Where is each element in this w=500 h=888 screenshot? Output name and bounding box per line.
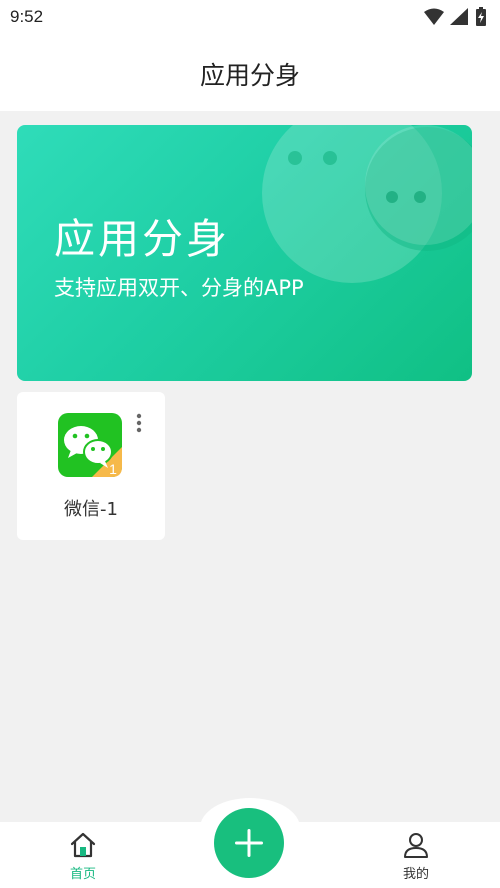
battery-icon [476,7,486,26]
clone-badge: 1 [109,461,117,477]
banner-subtitle: 支持应用双开、分身的APP [54,276,304,300]
more-options-icon[interactable] [131,412,147,438]
nav-item-home[interactable]: 首页 [43,822,123,884]
app-card-wechat-1[interactable]: 1 微信-1 [17,392,165,540]
status-time: 9:52 [10,7,44,26]
add-app-button[interactable] [214,808,284,878]
plus-icon [235,829,263,857]
status-icons [422,6,492,28]
person-icon [404,833,428,858]
home-icon [70,832,96,858]
app-header: 应用分身 [0,34,500,111]
wifi-icon [424,8,444,25]
banner-title: 应用分身 [54,215,230,263]
banner[interactable]: 应用分身 支持应用双开、分身的APP [17,125,472,381]
nav-item-mine[interactable]: 我的 [376,822,456,884]
app-name: 微信-1 [64,499,118,520]
nav-label-mine: 我的 [402,867,429,882]
wechat-icon: 1 [58,413,122,477]
signal-icon [450,8,468,25]
nav-label-home: 首页 [69,867,96,882]
page-title: 应用分身 [199,61,300,90]
status-bar: 9:52 [0,0,500,34]
